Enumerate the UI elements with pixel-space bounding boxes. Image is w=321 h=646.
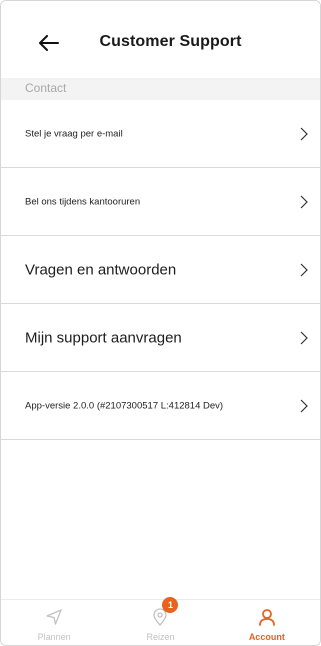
tab-plannen[interactable]: Plannen [1, 600, 107, 645]
row-label: App-versie 2.0.0 (#2107300517 L:412814 D… [25, 400, 224, 411]
chevron-right-icon [300, 331, 308, 344]
tab-label: Account [248, 632, 285, 642]
row-label: Vragen en antwoorden [25, 261, 177, 278]
app-screen: Customer Support Contact Stel je vraag p… [0, 0, 321, 646]
chevron-right-icon [300, 263, 308, 276]
notification-badge: 1 [162, 597, 179, 613]
row-app-version[interactable]: App-versie 2.0.0 (#2107300517 L:412814 D… [1, 372, 320, 440]
row-label: Stel je vraag per e-mail [25, 128, 123, 139]
row-phone[interactable]: Bel ons tijdens kantooruren [1, 168, 320, 236]
support-list: Stel je vraag per e-mail Bel ons tijdens… [1, 100, 320, 440]
tab-label: Reizen [146, 632, 175, 642]
row-label: Mijn support aanvragen [25, 329, 182, 346]
header: Customer Support [1, 1, 320, 79]
row-label: Bel ons tijdens kantooruren [25, 196, 141, 207]
row-email[interactable]: Stel je vraag per e-mail [1, 100, 320, 168]
chevron-right-icon [300, 195, 308, 208]
chevron-right-icon [300, 399, 308, 412]
chevron-right-icon [300, 127, 308, 140]
navigation-arrow-icon [46, 609, 62, 625]
section-header: Contact [1, 78, 320, 100]
tab-label: Plannen [37, 632, 71, 642]
page-title: Customer Support [99, 33, 242, 50]
tab-bar: Plannen 1 Reizen Account [1, 597, 320, 645]
tab-account[interactable]: Account [214, 600, 320, 645]
section-label: Contact [25, 81, 67, 95]
row-faq[interactable]: Vragen en antwoorden [1, 236, 320, 304]
person-icon [258, 609, 275, 626]
tab-reizen[interactable]: 1 Reizen [107, 597, 213, 645]
row-my-requests[interactable]: Mijn support aanvragen [1, 304, 320, 372]
